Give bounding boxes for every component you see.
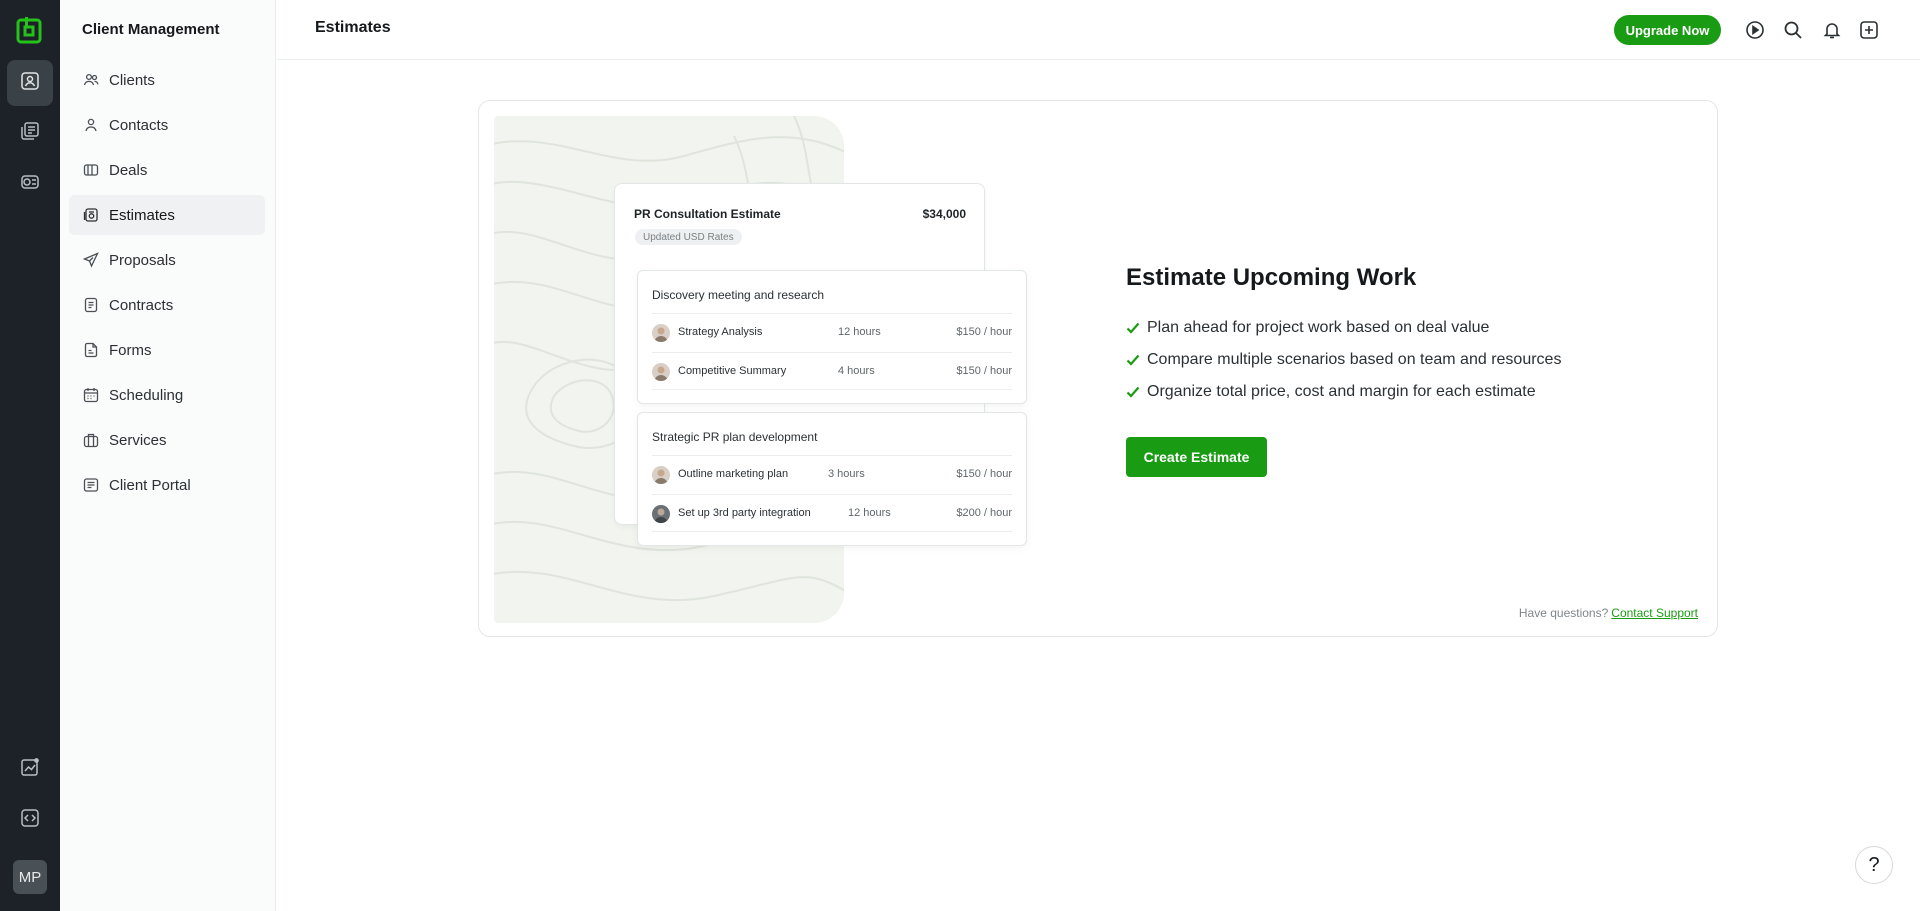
users-icon (83, 72, 99, 88)
table-row: Competitive Summary 4 hours $150 / hour (652, 352, 1012, 390)
sidebar-item-label: Estimates (109, 206, 175, 224)
table-row: Strategy Analysis 12 hours $150 / hour (652, 313, 1012, 351)
sidebar-item-proposals[interactable]: Proposals (69, 240, 265, 280)
play-icon[interactable] (1743, 18, 1767, 42)
avatar (652, 466, 670, 484)
deals-icon (83, 162, 99, 178)
sidebar-item-label: Clients (109, 71, 155, 89)
estimate-section: Discovery meeting and research Strategy … (637, 270, 1027, 404)
sidebar-item-contacts[interactable]: Contacts (69, 105, 265, 145)
avatar (652, 324, 670, 342)
sidebar-item-clients[interactable]: Clients (69, 60, 265, 100)
row-name: Set up 3rd party integration (678, 507, 811, 519)
form-icon (83, 342, 99, 358)
row-name: Outline marketing plan (678, 468, 789, 480)
sidebar-item-estimates[interactable]: Estimates (69, 195, 265, 235)
list-item-text: Organize total price, cost and margin fo… (1147, 383, 1536, 400)
row-rate: $150 / hour (956, 468, 1012, 480)
list-item-text: Compare multiple scenarios based on team… (1147, 351, 1562, 368)
sidebar-item-label: Deals (109, 161, 148, 179)
sidebar-item-client-portal[interactable]: Client Portal (69, 465, 265, 505)
sidebar-item-label: Forms (109, 341, 152, 359)
rail-analytics-button[interactable] (7, 746, 53, 792)
estimate-amount: $34,000 (922, 207, 966, 221)
row-hours: 12 hours (838, 326, 881, 338)
estimate-badge: Updated USD Rates (635, 229, 742, 245)
sidebar: Client Management Clients Contacts Deals… (60, 0, 276, 911)
list-item: Organize total price, cost and margin fo… (1126, 376, 1561, 408)
feature-heading: Estimate Upcoming Work (1126, 264, 1417, 291)
calendar-icon (83, 387, 99, 403)
search-icon[interactable] (1781, 18, 1805, 42)
avatar (652, 505, 670, 523)
sidebar-item-scheduling[interactable]: Scheduling (69, 375, 265, 415)
table-row: Outline marketing plan 3 hours $150 / ho… (652, 455, 1012, 493)
row-rate: $150 / hour (956, 365, 1012, 377)
row-rate: $200 / hour (956, 507, 1012, 519)
bell-icon[interactable] (1820, 18, 1844, 42)
estimate-title: PR Consultation Estimate (634, 207, 781, 221)
sidebar-item-label: Client Portal (109, 476, 191, 494)
rail-documents-button[interactable] (7, 110, 53, 156)
check-icon (1126, 385, 1140, 399)
sidebar-nav: Clients Contacts Deals Estimates Proposa… (69, 60, 265, 510)
row-name: Competitive Summary (678, 365, 787, 377)
code-icon (20, 808, 40, 833)
sidebar-item-label: Services (109, 431, 167, 449)
contact-support-link[interactable]: Contact Support (1611, 606, 1698, 620)
documents-icon (20, 121, 40, 146)
estimate-icon (83, 207, 99, 223)
page-title: Estimates (315, 19, 391, 36)
feature-description: Estimate Upcoming Work Plan ahead for pr… (1126, 264, 1561, 408)
add-icon[interactable] (1857, 18, 1881, 42)
sidebar-title: Client Management (82, 21, 220, 38)
upgrade-now-button[interactable]: Upgrade Now (1614, 15, 1721, 45)
estimate-section: Strategic PR plan development Outline ma… (637, 412, 1027, 546)
list-item: Compare multiple scenarios based on team… (1126, 344, 1561, 376)
sidebar-item-forms[interactable]: Forms (69, 330, 265, 370)
logo-icon[interactable] (16, 16, 44, 44)
sidebar-item-contracts[interactable]: Contracts (69, 285, 265, 325)
list-item: Plan ahead for project work based on dea… (1126, 312, 1561, 344)
sidebar-item-label: Proposals (109, 251, 176, 269)
sidebar-item-label: Contacts (109, 116, 169, 134)
row-hours: 4 hours (838, 365, 875, 377)
row-hours: 3 hours (828, 468, 865, 480)
section-title: Discovery meeting and research (652, 288, 825, 302)
feature-list: Plan ahead for project work based on dea… (1126, 312, 1561, 408)
create-estimate-button[interactable]: Create Estimate (1126, 437, 1267, 477)
support-text: Have questions? Contact Support (1519, 606, 1698, 620)
sidebar-item-label: Contracts (109, 296, 174, 314)
help-button[interactable]: ? (1855, 846, 1893, 884)
top-header: Estimates Upgrade Now (277, 0, 1920, 60)
empty-state-card: PR Consultation Estimate $34,000 Updated… (478, 100, 1718, 637)
check-icon (1126, 321, 1140, 335)
rail-integrations-button[interactable] (7, 797, 53, 843)
user-icon (83, 117, 99, 133)
user-avatar[interactable]: MP (13, 860, 47, 894)
table-row: Set up 3rd party integration 12 hours $2… (652, 494, 1012, 532)
section-title: Strategic PR plan development (652, 430, 818, 444)
rail-clients-button[interactable] (7, 60, 53, 106)
rail-payments-button[interactable] (7, 161, 53, 207)
check-icon (1126, 353, 1140, 367)
sidebar-item-services[interactable]: Services (69, 420, 265, 460)
support-question: Have questions? (1518, 606, 1609, 620)
list-item-text: Plan ahead for project work based on dea… (1147, 319, 1490, 336)
avatar (652, 363, 670, 381)
contact-card-icon (20, 71, 40, 96)
row-hours: 12 hours (848, 507, 891, 519)
briefcase-icon (83, 432, 99, 448)
analytics-icon (20, 757, 40, 782)
sidebar-item-label: Scheduling (109, 386, 184, 404)
app-rail: MP (0, 0, 60, 911)
row-rate: $150 / hour (956, 326, 1012, 338)
document-icon (83, 297, 99, 313)
sidebar-item-deals[interactable]: Deals (69, 150, 265, 190)
portal-icon (83, 477, 99, 493)
send-icon (83, 252, 99, 268)
payments-icon (20, 172, 40, 197)
row-name: Strategy Analysis (678, 326, 763, 338)
